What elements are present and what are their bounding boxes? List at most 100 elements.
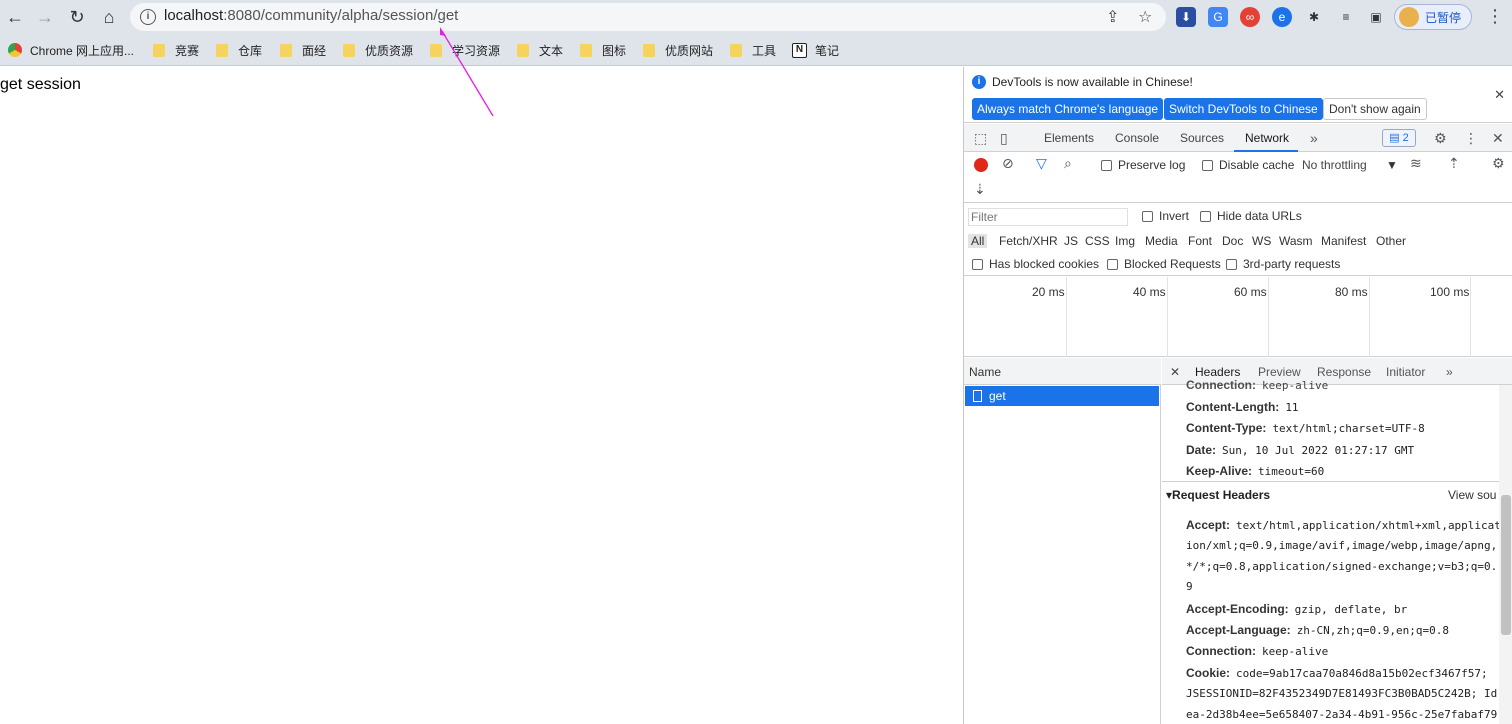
site-info-icon[interactable]: i — [140, 9, 156, 25]
match-language-button[interactable]: Always match Chrome's language — [972, 98, 1164, 120]
throttling-select[interactable]: No throttling — [1302, 158, 1367, 172]
filter-type-wasm[interactable]: Wasm — [1279, 234, 1313, 248]
name-column-header[interactable]: Name — [964, 358, 1161, 385]
search-icon[interactable]: ⌕ — [1064, 155, 1072, 172]
page-body-text: get session — [0, 76, 81, 93]
inspect-element-icon[interactable]: ⬚ — [974, 130, 987, 147]
tab-preview[interactable]: Preview — [1258, 365, 1301, 379]
profile-status: 已暂停 — [1425, 10, 1462, 25]
bookmark-folder[interactable]: 面经 — [280, 41, 326, 59]
hide-data-urls-checkbox[interactable] — [1200, 211, 1211, 222]
chevron-down-icon[interactable]: ▼ — [1386, 158, 1398, 172]
back-arrow-icon[interactable]: ← — [2, 4, 28, 30]
bookmark-folder[interactable]: 优质资源 — [343, 41, 413, 59]
preserve-log-checkbox[interactable] — [1101, 160, 1112, 171]
import-har-icon[interactable]: ⇡ — [1448, 155, 1460, 172]
profile-button[interactable]: 已暂停 — [1394, 4, 1472, 30]
tab-network[interactable]: Network — [1245, 131, 1289, 145]
bookmark-folder[interactable]: 图标 — [580, 41, 626, 59]
close-details-icon[interactable]: ✕ — [1170, 365, 1180, 379]
devtools-menu-icon[interactable]: ⋮ — [1464, 130, 1478, 147]
timeline-gridline — [1369, 277, 1370, 357]
filter-type-ws[interactable]: WS — [1252, 234, 1271, 248]
invert-checkbox[interactable] — [1142, 211, 1153, 222]
scrollbar-thumb[interactable] — [1501, 495, 1511, 635]
translate-icon[interactable]: G — [1208, 7, 1228, 27]
tab-console[interactable]: Console — [1115, 131, 1159, 145]
header-value-continuation: */*;q=0.8,application/signed-exchange;v=… — [1186, 560, 1498, 573]
view-source-link[interactable]: View sou — [1448, 488, 1496, 502]
clear-icon[interactable]: ⊘ — [1002, 155, 1014, 172]
tab-initiator[interactable]: Initiator — [1386, 365, 1425, 379]
filter-type-all[interactable]: All — [968, 234, 988, 248]
settings-gear-icon[interactable]: ⚙ — [1434, 130, 1447, 147]
filter-type-css[interactable]: CSS — [1085, 234, 1110, 248]
filter-type-manifest[interactable]: Manifest — [1321, 234, 1366, 248]
chrome-menu-icon[interactable]: ⋮ — [1486, 6, 1504, 27]
request-headers-section[interactable]: ▾Request Headers — [1166, 488, 1270, 502]
tab-elements[interactable]: Elements — [1044, 131, 1094, 145]
filter-type-img[interactable]: Img — [1115, 234, 1135, 248]
filter-type-other[interactable]: Other — [1376, 234, 1406, 248]
close-devtools-icon[interactable]: ✕ — [1492, 130, 1504, 147]
switch-to-chinese-button[interactable]: Switch DevTools to Chinese — [1164, 98, 1323, 120]
bookmark-star-icon[interactable]: ☆ — [1138, 7, 1152, 27]
extensions-puzzle-icon[interactable]: ✱ — [1304, 7, 1324, 27]
timeline-gridline — [1268, 277, 1269, 357]
devtools-tabbar: ⬚ ▯ Elements Console Sources Network » ▤… — [964, 124, 1512, 152]
bookmark-chrome-store[interactable]: Chrome 网上应用... — [8, 41, 134, 59]
details-scrollbar[interactable] — [1499, 385, 1512, 724]
edge-extension-icon[interactable]: e — [1272, 7, 1292, 27]
network-conditions-icon[interactable]: ≋ — [1410, 155, 1422, 172]
header-key: Content-Type: — [1186, 421, 1267, 435]
dont-show-again-button[interactable]: Don't show again — [1323, 98, 1427, 120]
filter-type-font[interactable]: Font — [1188, 234, 1212, 248]
share-icon[interactable]: ⇪ — [1106, 7, 1119, 27]
more-detail-tabs-icon[interactable]: » — [1446, 365, 1453, 379]
bookmark-folder[interactable]: 仓库 — [216, 41, 262, 59]
reload-icon[interactable]: ↻ — [64, 4, 90, 30]
home-icon[interactable]: ⌂ — [96, 4, 122, 30]
url-text[interactable]: localhost:8080/community/alpha/session/g… — [164, 7, 458, 24]
filter-type-doc[interactable]: Doc — [1222, 234, 1243, 248]
close-banner-icon[interactable]: ✕ — [1494, 87, 1505, 103]
infinity-extension-icon[interactable]: ∞ — [1240, 7, 1260, 27]
blocked-requests-checkbox[interactable] — [1107, 259, 1118, 270]
header-key: Date: — [1186, 443, 1217, 457]
side-panel-icon[interactable]: ▣ — [1366, 7, 1386, 27]
bookmark-notion[interactable]: N 笔记 — [792, 41, 839, 59]
bookmark-folder[interactable]: 优质网站 — [643, 41, 713, 59]
third-party-label: 3rd-party requests — [1243, 257, 1341, 271]
tab-sources[interactable]: Sources — [1180, 131, 1224, 145]
bookmark-folder[interactable]: 文本 — [517, 41, 563, 59]
timeline-tick: 80 ms — [1335, 285, 1368, 299]
tab-headers[interactable]: Headers — [1195, 365, 1240, 379]
header-content-length: Content-Length: 11 — [1186, 400, 1299, 414]
media-control-icon[interactable]: ≡ — [1336, 7, 1356, 27]
preserve-log-label: Preserve log — [1118, 158, 1186, 172]
third-party-checkbox[interactable] — [1226, 259, 1237, 270]
bookmark-label: 图标 — [602, 43, 627, 58]
disable-cache-checkbox[interactable] — [1202, 160, 1213, 171]
forward-arrow-icon[interactable]: → — [32, 4, 58, 30]
more-tabs-icon[interactable]: » — [1310, 130, 1318, 146]
filter-funnel-icon[interactable]: ▽ — [1036, 155, 1047, 172]
extension-download-icon[interactable]: ⬇ — [1176, 7, 1196, 27]
export-har-icon[interactable]: ⇣ — [974, 181, 986, 198]
request-row[interactable]: get — [965, 386, 1159, 406]
record-icon[interactable] — [974, 158, 988, 172]
address-bar[interactable]: i localhost:8080/community/alpha/session… — [130, 3, 1166, 31]
bookmark-folder[interactable]: 竞赛 — [153, 41, 199, 59]
filter-type-js[interactable]: JS — [1064, 234, 1078, 248]
network-settings-gear-icon[interactable]: ⚙ — [1492, 155, 1505, 172]
has-blocked-cookies-checkbox[interactable] — [972, 259, 983, 270]
bookmark-folder[interactable]: 工具 — [730, 41, 776, 59]
device-toolbar-icon[interactable]: ▯ — [1000, 130, 1008, 147]
bookmark-folder[interactable]: 学习资源 — [430, 41, 500, 59]
header-value: code=9ab17caa70a846d8a15b02ecf3467f57; — [1236, 667, 1488, 680]
tab-response[interactable]: Response — [1317, 365, 1371, 379]
filter-input[interactable]: Filter — [968, 208, 1128, 226]
filter-type-media[interactable]: Media — [1145, 234, 1178, 248]
filter-type-fetch-xhr[interactable]: Fetch/XHR — [999, 234, 1058, 248]
issues-badge[interactable]: ▤ 2 — [1382, 129, 1416, 147]
